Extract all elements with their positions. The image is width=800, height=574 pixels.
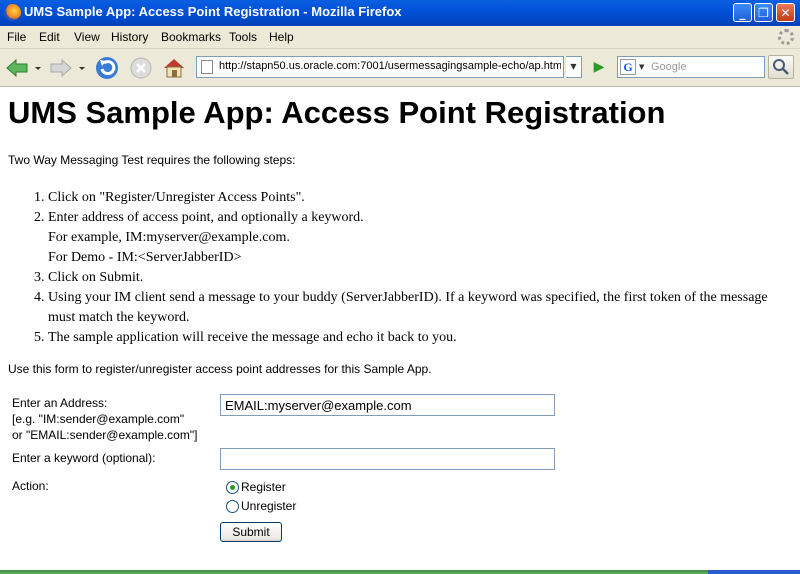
stop-icon[interactable]	[128, 55, 154, 81]
step-1-text: Click on "Register/Unregister Access Poi…	[48, 190, 305, 205]
search-engine-dropdown-icon[interactable]: ▼	[639, 63, 644, 71]
menu-edit[interactable]: Edit	[39, 30, 60, 44]
close-button[interactable]: ✕	[776, 3, 795, 22]
step-2: Enter address of access point, and optio…	[48, 208, 793, 268]
back-arrow-icon[interactable]	[4, 55, 30, 81]
keyword-label: Enter a keyword (optional):	[12, 451, 156, 465]
unregister-radio-label[interactable]: Unregister	[241, 499, 296, 513]
address-input[interactable]	[220, 394, 555, 416]
home-icon[interactable]	[161, 55, 187, 81]
window-title: UMS Sample App: Access Point Registratio…	[24, 4, 402, 19]
url-text[interactable]: http://stapn50.us.oracle.com:7001/userme…	[219, 60, 561, 72]
forward-arrow-icon[interactable]	[48, 55, 74, 81]
steps-list: Click on "Register/Unregister Access Poi…	[0, 188, 793, 348]
status-bar	[0, 570, 800, 574]
search-placeholder: Google	[651, 61, 687, 73]
menu-tools[interactable]: Tools	[229, 30, 257, 44]
unregister-radio[interactable]	[226, 500, 239, 513]
minimize-button[interactable]: _	[733, 3, 752, 22]
throbber-icon	[778, 29, 794, 45]
menu-bar: File Edit View History Bookmarks Tools H…	[0, 26, 800, 49]
register-radio[interactable]	[226, 481, 239, 494]
step-2-line-2: For example, IM:myserver@example.com.	[48, 230, 290, 245]
keyword-input[interactable]	[220, 448, 555, 470]
search-button[interactable]	[768, 55, 794, 79]
page-content: UMS Sample App: Access Point Registratio…	[0, 87, 800, 570]
back-history-dropdown-icon[interactable]	[32, 55, 44, 81]
address-hint-line-2: or "EMAIL:sender@example.com"]	[12, 428, 198, 442]
step-3: Click on Submit.	[48, 268, 793, 288]
maximize-button[interactable]: ❐	[754, 3, 773, 22]
step-2-line-1: Enter address of access point, and optio…	[48, 210, 364, 225]
intro-text: Two Way Messaging Test requires the foll…	[8, 153, 296, 167]
reload-icon[interactable]	[94, 55, 120, 81]
address-bar[interactable]: http://stapn50.us.oracle.com:7001/userme…	[196, 56, 564, 78]
menu-file[interactable]: File	[7, 30, 26, 44]
window-title-bar[interactable]: UMS Sample App: Access Point Registratio…	[0, 0, 800, 26]
forward-history-dropdown-icon[interactable]	[76, 55, 88, 81]
search-engine-icon[interactable]: G	[620, 59, 636, 75]
step-3-text: Click on Submit.	[48, 270, 144, 285]
page-icon	[201, 60, 213, 74]
submit-button[interactable]: Submit	[220, 522, 282, 542]
step-5: The sample application will receive the …	[48, 328, 793, 348]
address-hint-line-1: [e.g. "IM:sender@example.com"	[12, 412, 185, 426]
magnifier-icon	[773, 59, 789, 75]
action-label: Action:	[12, 479, 49, 493]
step-4: Using your IM client send a message to y…	[48, 288, 793, 328]
taskbar-strip	[708, 570, 800, 574]
url-history-dropdown[interactable]: ▼	[566, 56, 582, 78]
step-5-text: The sample application will receive the …	[48, 330, 457, 345]
firefox-logo-icon	[4, 4, 21, 21]
navigation-toolbar: http://stapn50.us.oracle.com:7001/userme…	[0, 49, 800, 87]
menu-help[interactable]: Help	[269, 30, 294, 44]
menu-bookmarks[interactable]: Bookmarks	[161, 30, 221, 44]
step-4-text: Using your IM client send a message to y…	[48, 290, 768, 325]
page-heading: UMS Sample App: Access Point Registratio…	[8, 95, 666, 130]
register-radio-label[interactable]: Register	[241, 480, 286, 494]
menu-view[interactable]: View	[74, 30, 100, 44]
step-1: Click on "Register/Unregister Access Poi…	[48, 188, 793, 208]
menu-history[interactable]: History	[111, 30, 148, 44]
go-arrow-icon[interactable]: ▶	[588, 56, 610, 78]
form-instructions: Use this form to register/unregister acc…	[8, 362, 432, 376]
step-2-line-3: For Demo - IM:<ServerJabberID>	[48, 250, 242, 265]
address-label: Enter an Address:	[12, 396, 108, 410]
search-box[interactable]: G ▼ Google	[617, 56, 765, 78]
